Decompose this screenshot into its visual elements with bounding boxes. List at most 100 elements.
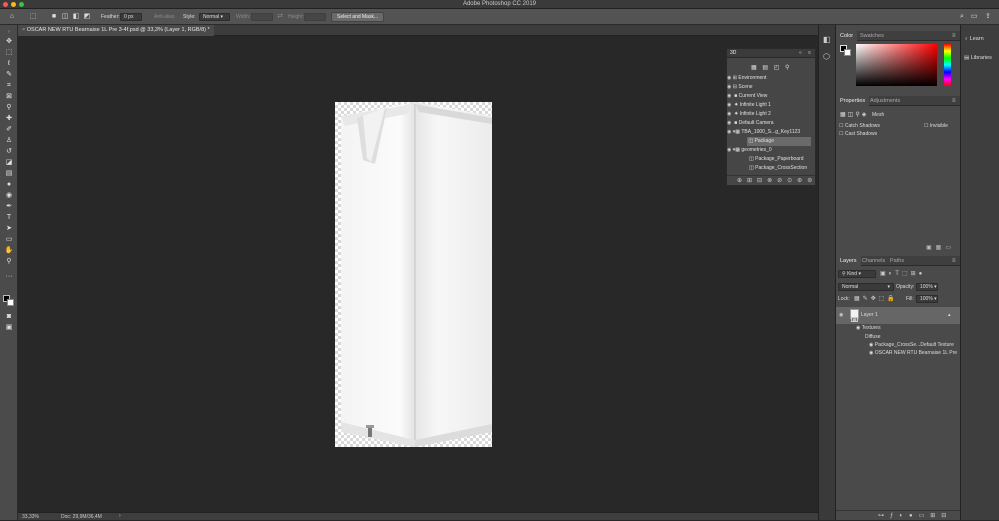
- hand-tool-icon[interactable]: ✋: [3, 246, 15, 256]
- learn-panel-button[interactable]: ♁ Learn: [964, 36, 984, 42]
- doc-size[interactable]: Doc: 29,9M/36,4M: [61, 514, 102, 520]
- path-select-tool-icon[interactable]: ➤: [3, 224, 15, 234]
- 3d-panel-icon[interactable]: ⬡: [823, 52, 830, 61]
- visibility-eye-icon[interactable]: ◉: [727, 93, 731, 99]
- visibility-eye-icon[interactable]: ◉: [869, 342, 873, 348]
- home-icon[interactable]: ⌂: [8, 13, 16, 21]
- pen-tool-icon[interactable]: ✒: [3, 202, 15, 212]
- hue-slider[interactable]: [944, 44, 951, 86]
- visibility-eye-icon[interactable]: ◉: [727, 147, 731, 153]
- visibility-eye-icon[interactable]: ◉: [727, 120, 731, 126]
- libraries-panel-button[interactable]: ▤ Libraries: [964, 55, 992, 61]
- anti-alias-checkbox[interactable]: Anti-alias: [154, 14, 175, 20]
- history-brush-tool-icon[interactable]: ↺: [3, 147, 15, 157]
- marquee-tool-preset-icon[interactable]: ⬚: [29, 13, 37, 21]
- subtract-selection-icon[interactable]: ◧: [72, 13, 80, 21]
- blur-tool-icon[interactable]: ●: [3, 180, 15, 190]
- layer-sublayer[interactable]: ◉ OSCAR NEW RTU Bearnaise 1L Pre: [869, 350, 957, 356]
- clone-stamp-tool-icon[interactable]: ♙: [3, 136, 15, 146]
- 3d-item-package-crosssection[interactable]: ◫ Package_CrossSection: [749, 164, 813, 173]
- panel-menu-icon[interactable]: ≡: [952, 33, 956, 39]
- panel-collapse-icon[interactable]: «: [799, 50, 802, 56]
- blend-mode-select[interactable]: Normal ▾: [838, 283, 894, 291]
- screen-mode-icon[interactable]: ▣: [3, 323, 15, 333]
- tab-color[interactable]: Color: [836, 31, 858, 41]
- visibility-eye-icon[interactable]: ◉: [856, 325, 860, 331]
- width-input[interactable]: [251, 13, 273, 21]
- color-picker-field[interactable]: [856, 44, 937, 86]
- 3d-item-infinite-light-2[interactable]: ◉ ✷ Infinite Light 2: [727, 110, 815, 119]
- search-icon[interactable]: ⌕: [958, 13, 966, 21]
- share-icon[interactable]: ⇪: [984, 13, 992, 21]
- invisible-checkbox[interactable]: ☐ Invisible: [924, 123, 948, 129]
- layer-sublayer[interactable]: Diffuse: [865, 334, 880, 340]
- tab-channels[interactable]: Channels: [858, 256, 889, 266]
- tab-paths[interactable]: Paths: [886, 256, 908, 266]
- quick-mask-icon[interactable]: ◙: [3, 312, 15, 322]
- background-color-swatch[interactable]: [7, 299, 14, 306]
- 3d-item-tba-mesh[interactable]: ◉ ▾▦ TBA_1000_S...g_Key1123: [727, 128, 815, 137]
- visibility-eye-icon[interactable]: ◉: [727, 75, 731, 81]
- status-menu-arrow-icon[interactable]: ›: [119, 513, 121, 519]
- 3d-item-package-paperboard[interactable]: ◫ Package_Paperboard: [749, 155, 813, 164]
- catch-shadows-checkbox[interactable]: ☐ Catch Shadows: [839, 123, 880, 129]
- properties-footer-icons[interactable]: ▣▦▭: [926, 244, 955, 251]
- zoom-tool-icon[interactable]: ⚲: [3, 257, 15, 267]
- document-canvas[interactable]: [335, 102, 492, 447]
- visibility-eye-icon[interactable]: ◉: [727, 129, 731, 135]
- 3d-panel-footer-icons[interactable]: ⊕⊞⊟⊗⊘⊙⊛⊜: [727, 175, 815, 185]
- visibility-eye-icon[interactable]: ◉: [727, 84, 731, 90]
- collapse-toolbar-icon[interactable]: »: [3, 27, 15, 37]
- crop-tool-icon[interactable]: ⌗: [3, 81, 15, 91]
- layer-sublayer[interactable]: ◉ Textures: [856, 325, 881, 331]
- 3d-item-geometries[interactable]: ◉ ▾▦ geometries_0: [727, 146, 815, 155]
- 3d-filter-icons[interactable]: ▦ ▤ ◰ ⚲: [751, 64, 797, 72]
- layer-filter-kind-select[interactable]: ⚲ Kind ▾: [838, 270, 876, 278]
- fill-input[interactable]: 100% ▾: [916, 295, 938, 303]
- swap-dimensions-icon[interactable]: ⇄: [276, 13, 284, 21]
- 3d-item-current-view[interactable]: ◉ ■ Current View: [727, 92, 815, 101]
- frame-tool-icon[interactable]: ⊠: [3, 92, 15, 102]
- 3d-item-scene[interactable]: ◉ ⊟ Scene: [727, 83, 815, 92]
- style-select[interactable]: Normal ▾: [199, 13, 230, 21]
- visibility-eye-icon[interactable]: ◉: [727, 111, 731, 117]
- properties-mode-icons[interactable]: ▦◫⚲◈: [840, 111, 868, 118]
- cast-shadows-checkbox[interactable]: ☐ Cast Shadows: [839, 131, 877, 137]
- background-color[interactable]: [844, 49, 851, 56]
- 3d-item-environment[interactable]: ◉ ⊞ Environment: [727, 74, 815, 83]
- tab-layers[interactable]: Layers: [836, 256, 861, 266]
- 3d-item-default-camera[interactable]: ◉ ■ Default Camera: [727, 119, 815, 128]
- panel-menu-icon[interactable]: ≡: [808, 50, 811, 56]
- quick-select-tool-icon[interactable]: ✎: [3, 70, 15, 80]
- move-tool-icon[interactable]: ✥: [3, 37, 15, 47]
- tab-properties[interactable]: Properties: [836, 96, 870, 106]
- tab-adjustments[interactable]: Adjustments: [866, 96, 904, 106]
- healing-brush-tool-icon[interactable]: ✚: [3, 114, 15, 124]
- panel-menu-icon[interactable]: ≡: [952, 258, 956, 264]
- layers-footer-icons[interactable]: ⊶ƒ◐●▭⊞⊟: [836, 510, 961, 520]
- marquee-tool-icon[interactable]: ⬚: [3, 48, 15, 58]
- layer-filter-icons[interactable]: ▣◐T⬚⊞●: [880, 270, 925, 277]
- intersect-selection-icon[interactable]: ◩: [83, 13, 91, 21]
- close-tab-icon[interactable]: ×: [22, 27, 25, 33]
- dodge-tool-icon[interactable]: ◉: [3, 191, 15, 201]
- more-tools-icon[interactable]: ···: [3, 272, 15, 282]
- tab-swatches[interactable]: Swatches: [856, 31, 888, 41]
- 3d-item-package[interactable]: ◫ Package: [747, 137, 811, 146]
- new-selection-icon[interactable]: ■: [50, 13, 58, 21]
- layer-sublayer[interactable]: ◉ Package_CrossSe...Default Texture: [869, 342, 954, 348]
- gradient-tool-icon[interactable]: ▤: [3, 169, 15, 179]
- add-selection-icon[interactable]: ◫: [61, 13, 69, 21]
- visibility-eye-icon[interactable]: ◉: [727, 102, 731, 108]
- rectangle-tool-icon[interactable]: ▭: [3, 235, 15, 245]
- visibility-eye-icon[interactable]: ◉: [869, 350, 873, 356]
- opacity-input[interactable]: 100% ▾: [916, 283, 938, 291]
- eraser-tool-icon[interactable]: ◪: [3, 158, 15, 168]
- eyedropper-tool-icon[interactable]: ⚲: [3, 103, 15, 113]
- height-input[interactable]: [304, 13, 326, 21]
- panel-menu-icon[interactable]: ≡: [952, 98, 956, 104]
- document-tab[interactable]: × OSCAR NEW RTU Bearnaise 1L Pre 3-4f.ps…: [18, 25, 214, 36]
- workspace-icon[interactable]: ▭: [970, 13, 978, 21]
- brush-tool-icon[interactable]: ✐: [3, 125, 15, 135]
- feather-input[interactable]: 0 px: [120, 13, 142, 21]
